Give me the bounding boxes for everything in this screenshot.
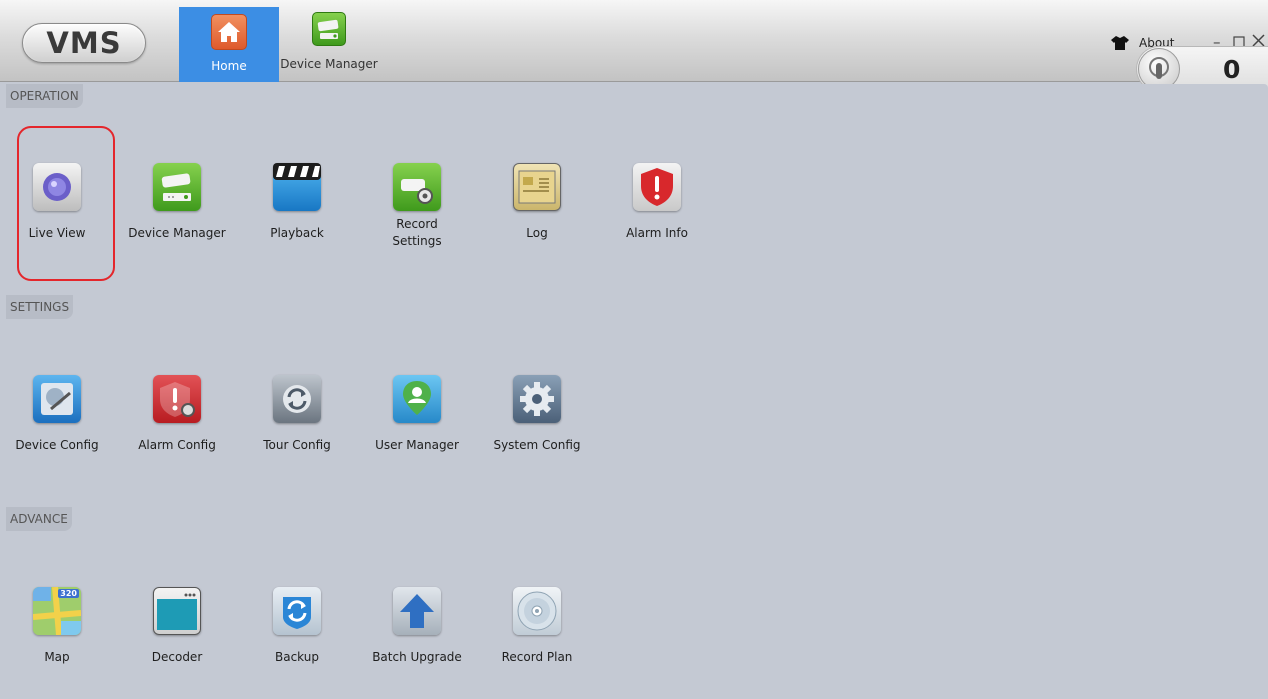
- live-view-highlight: [17, 126, 115, 281]
- advance-title: ADVANCE: [6, 507, 72, 531]
- settings-title: SETTINGS: [6, 295, 74, 319]
- op-alarm-info[interactable]: Alarm Info: [599, 163, 715, 242]
- device-config-icon: [33, 375, 81, 423]
- log-icon: [513, 163, 561, 211]
- upload-arrow-icon: [393, 587, 441, 635]
- disc-icon: [513, 587, 561, 635]
- set-user-manager[interactable]: User Manager: [359, 375, 475, 454]
- adv-batch-upgrade[interactable]: Batch Upgrade: [359, 587, 475, 666]
- adv-map-label: Map: [44, 650, 70, 664]
- adv-map[interactable]: 320 Map: [0, 587, 115, 666]
- set-tour-config-label: Tour Config: [263, 438, 331, 452]
- house-icon: [211, 14, 247, 50]
- logo-text: VMS: [46, 26, 122, 60]
- op-record-settings-label: Record Settings: [392, 217, 442, 248]
- tour-config-icon: [273, 375, 321, 423]
- alarm-config-icon: [153, 375, 201, 423]
- device-manager-icon: [153, 163, 201, 211]
- adv-batch-upgrade-label: Batch Upgrade: [372, 650, 462, 664]
- set-alarm-config[interactable]: Alarm Config: [119, 375, 235, 454]
- adv-decoder[interactable]: Decoder: [119, 587, 235, 666]
- op-log-label: Log: [526, 226, 548, 240]
- adv-record-plan[interactable]: Record Plan: [479, 587, 595, 666]
- adv-record-plan-label: Record Plan: [501, 650, 573, 664]
- op-playback-label: Playback: [270, 226, 324, 240]
- clapperboard-icon: [273, 163, 321, 211]
- op-device-manager[interactable]: Device Manager: [119, 163, 235, 242]
- record-settings-icon: [393, 163, 441, 211]
- map-badge: 320: [58, 589, 79, 598]
- alarm-count: 0: [1223, 55, 1241, 84]
- op-record-settings[interactable]: Record Settings: [359, 163, 475, 250]
- alarm-shield-icon: [633, 163, 681, 211]
- op-device-manager-label: Device Manager: [128, 226, 226, 240]
- shirt-icon: [1111, 36, 1129, 50]
- system-config-gear-icon: [513, 375, 561, 423]
- title-bar: VMS Home Device Manager About –: [0, 0, 1268, 82]
- operation-title: OPERATION: [6, 84, 83, 108]
- set-device-config[interactable]: Device Config: [0, 375, 115, 454]
- backup-icon: [273, 587, 321, 635]
- map-icon: 320: [33, 587, 81, 635]
- op-alarm-info-label: Alarm Info: [626, 226, 688, 240]
- advance-panel: ADVANCE 320 Map Decoder Backup Batch Upg…: [6, 507, 1268, 699]
- tab-device-manager[interactable]: Device Manager: [279, 7, 379, 82]
- vms-logo: VMS: [22, 23, 146, 63]
- set-tour-config[interactable]: Tour Config: [239, 375, 355, 454]
- settings-panel: SETTINGS Device Config Alarm Config Tour…: [6, 295, 1268, 500]
- set-alarm-config-label: Alarm Config: [138, 438, 216, 452]
- set-system-config-label: System Config: [493, 438, 581, 452]
- op-playback[interactable]: Playback: [239, 163, 355, 242]
- user-manager-icon: [393, 375, 441, 423]
- op-log[interactable]: Log: [479, 163, 595, 242]
- tab-home-label: Home: [211, 59, 247, 73]
- set-system-config[interactable]: System Config: [479, 375, 595, 454]
- tab-home[interactable]: Home: [179, 7, 279, 82]
- set-device-config-label: Device Config: [15, 438, 99, 452]
- adv-backup-label: Backup: [275, 650, 319, 664]
- set-user-manager-label: User Manager: [375, 438, 459, 452]
- decoder-icon: [153, 587, 201, 635]
- tab-device-manager-label: Device Manager: [280, 57, 378, 71]
- camera-icon: [312, 12, 346, 46]
- adv-backup[interactable]: Backup: [239, 587, 355, 666]
- operation-panel: OPERATION Live View Device Manager Playb…: [6, 84, 1268, 288]
- adv-decoder-label: Decoder: [151, 650, 203, 664]
